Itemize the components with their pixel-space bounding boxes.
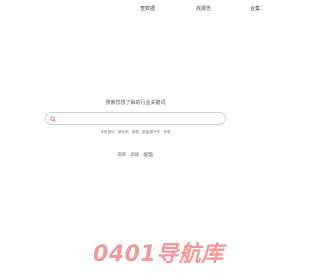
search-heading: 搜索您想了解的行业关键词 [105,100,166,106]
hot-tag[interactable]: 充电 [163,130,170,134]
hot-tag[interactable]: 手机银行 [100,130,114,134]
hot-tags: 手机银行 新手机 钢铁 新能源汽车 充电 [0,130,271,135]
hot-tag[interactable]: 新能源汽车 [142,130,160,134]
search-icon[interactable] [50,116,56,122]
nav-link-data[interactable]: 查数据 [140,5,155,12]
search-bar[interactable] [45,112,226,125]
search-input[interactable] [59,114,219,123]
nav-link-reports[interactable]: 找报告 [196,5,211,12]
hot-tag[interactable]: 钢铁 [132,130,139,134]
hot-tag[interactable]: 新手机 [118,130,129,134]
search-mode-selector[interactable]: 简单 · 高级 · 缓慢| [0,152,271,158]
site-logo: 0401导航库 [93,242,224,267]
top-nav: 查数据 找报告 合集 [0,0,271,14]
nav-link-collections[interactable]: 合集 [250,5,260,12]
